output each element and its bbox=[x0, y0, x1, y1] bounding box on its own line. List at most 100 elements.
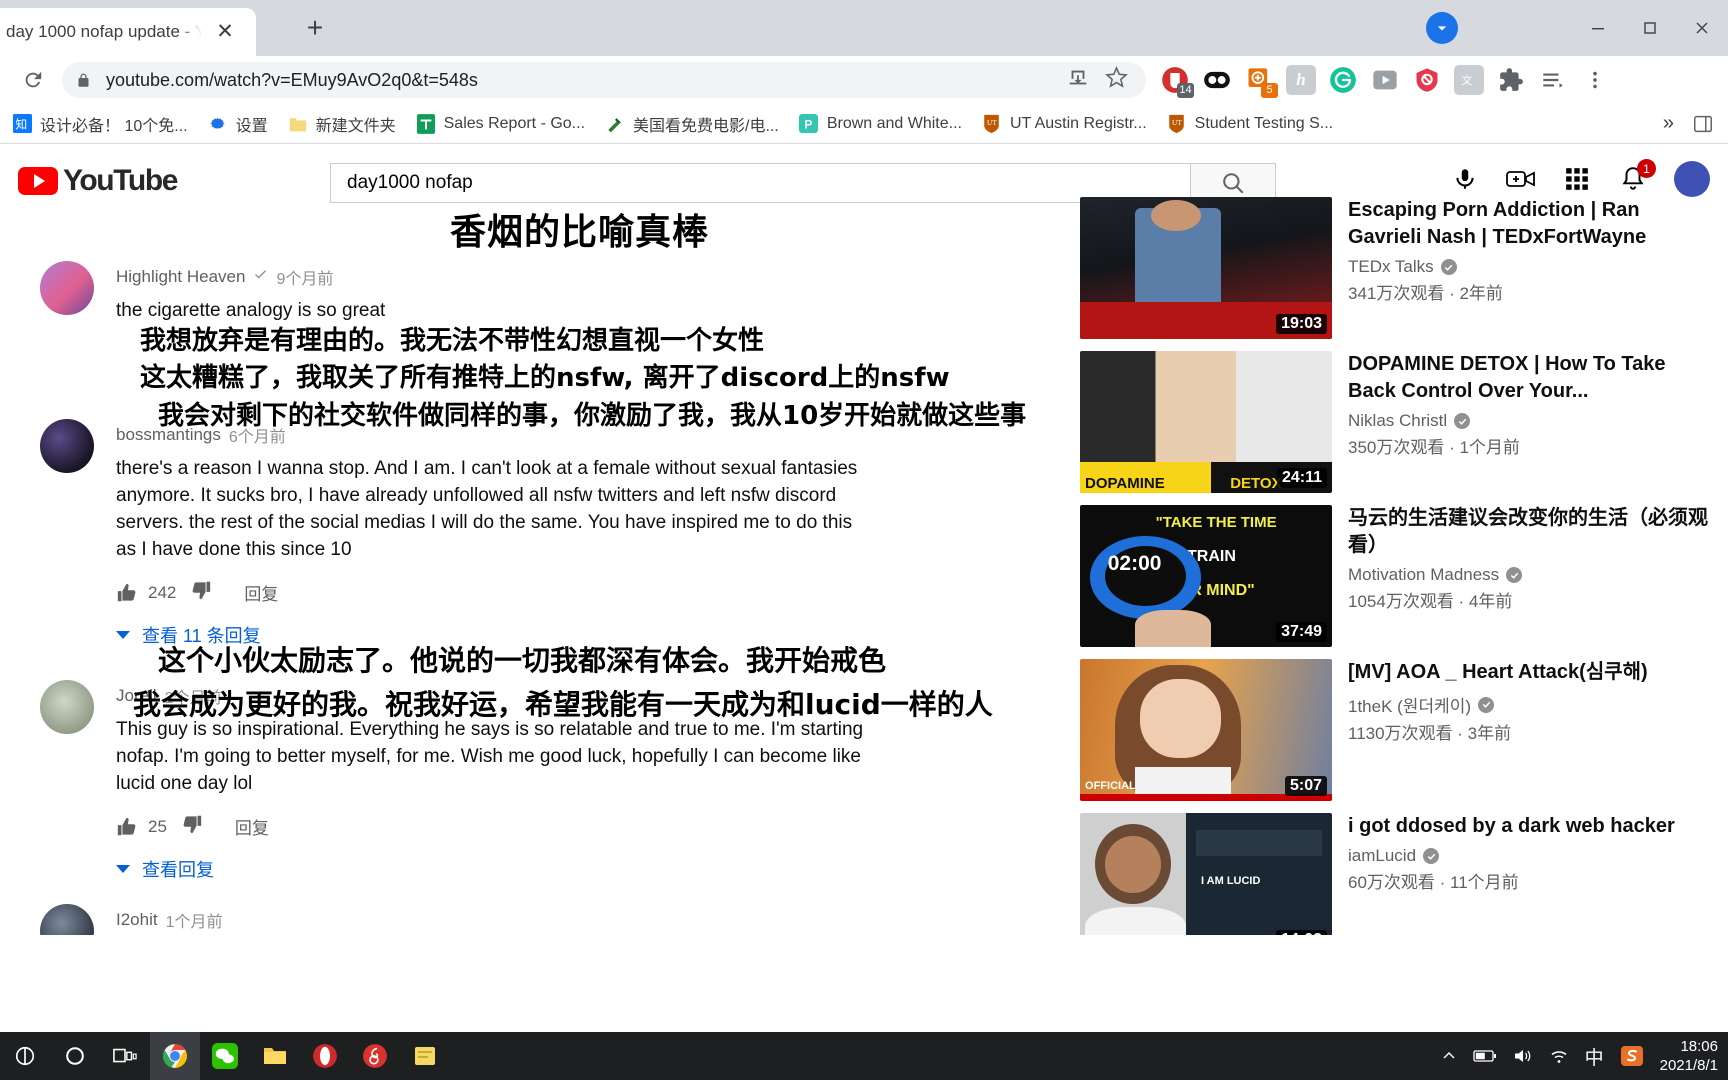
create-video-icon[interactable] bbox=[1506, 164, 1536, 194]
bookmarks-overflow-button[interactable]: » bbox=[1663, 112, 1674, 135]
start-button[interactable] bbox=[0, 1032, 50, 1080]
shield-blocker-extension-icon[interactable] bbox=[1412, 65, 1442, 95]
like-button[interactable]: 242 bbox=[116, 582, 176, 604]
chevron-down-icon bbox=[116, 865, 130, 873]
avatar[interactable] bbox=[40, 680, 94, 734]
install-icon[interactable] bbox=[1067, 67, 1089, 94]
notifications-bell-icon[interactable]: 1 bbox=[1618, 159, 1656, 194]
reply-button[interactable]: 回复 bbox=[235, 814, 269, 839]
translate-extension-icon[interactable]: 文 bbox=[1454, 65, 1484, 95]
sheets-icon bbox=[416, 113, 436, 134]
bookmark-star-icon[interactable] bbox=[1105, 65, 1128, 94]
chrome-menu-icon[interactable] bbox=[1580, 65, 1610, 95]
wifi-icon[interactable] bbox=[1549, 1047, 1569, 1065]
avatar[interactable] bbox=[40, 419, 94, 473]
clock-date: 2021/8/1 bbox=[1659, 1057, 1718, 1074]
view-replies-button[interactable]: 查看回复 bbox=[116, 856, 940, 882]
bookmark-student-testing[interactable]: UT Student Testing S... bbox=[1167, 114, 1333, 134]
minimize-button[interactable] bbox=[1572, 8, 1624, 48]
dislike-button[interactable] bbox=[181, 813, 203, 840]
view-replies-button[interactable]: 查看 11 条回复 bbox=[116, 622, 940, 648]
bookmark-settings[interactable]: 设置 bbox=[208, 112, 268, 136]
comment-text: there's a reason I wanna stop. And I am.… bbox=[116, 458, 858, 560]
browser-tab[interactable]: day 1000 nofap update - Y ✕ bbox=[0, 8, 256, 56]
opera-taskbar-button[interactable] bbox=[300, 1032, 350, 1080]
comment-author[interactable]: Highlight Heaven bbox=[116, 267, 245, 287]
cortana-search-button[interactable] bbox=[50, 1032, 100, 1080]
ime-indicator[interactable]: 中 bbox=[1585, 1043, 1604, 1070]
svg-text:UT: UT bbox=[1172, 118, 1182, 126]
netease-music-taskbar-button[interactable] bbox=[350, 1032, 400, 1080]
video-duration: 19:03 bbox=[1276, 314, 1327, 334]
bookmark-ut-austin-registrar[interactable]: UT UT Austin Registr... bbox=[982, 114, 1147, 134]
momentum-extension-icon[interactable] bbox=[1202, 65, 1232, 95]
bookmark-brown-and-white[interactable]: P Brown and White... bbox=[799, 114, 962, 134]
recommended-video-item[interactable]: 19:03 Escaping Porn Addiction | Ran Gavr… bbox=[1080, 197, 1710, 339]
verified-badge-icon bbox=[1423, 848, 1440, 864]
avatar[interactable] bbox=[1674, 161, 1710, 197]
video-meta: Escaping Porn Addiction | Ran Gavrieli N… bbox=[1332, 197, 1710, 339]
youtube-logo[interactable]: YouTube bbox=[18, 164, 178, 198]
channel-name: TEDx Talks bbox=[1348, 257, 1434, 276]
comment-actions: 242 回复 bbox=[116, 579, 940, 606]
adblock-extension-icon[interactable]: 14 bbox=[1160, 65, 1194, 98]
recommended-video-item[interactable]: "TAKE THE TIME TO TRAIN YOUR MIND" 02:00… bbox=[1080, 505, 1710, 647]
comment-timestamp: 6个月前 bbox=[228, 429, 286, 446]
maximize-button[interactable] bbox=[1624, 8, 1676, 48]
comment-author[interactable]: Jorell bbox=[116, 686, 157, 706]
video-thumbnail[interactable]: DOPAMINE DETOX 24:11 bbox=[1080, 351, 1332, 493]
comment-body: I2ohit 1个月前 bbox=[116, 904, 940, 935]
video-thumbnail[interactable]: "TAKE THE TIME TO TRAIN YOUR MIND" 02:00… bbox=[1080, 505, 1332, 647]
video-thumbnail[interactable]: OFFICIAL 5:07 bbox=[1080, 659, 1332, 801]
bookmark-sales-report[interactable]: Sales Report - Go... bbox=[416, 113, 585, 134]
bookmark-folder[interactable]: 新建文件夹 bbox=[288, 112, 396, 136]
chrome-taskbar-button[interactable] bbox=[150, 1032, 200, 1080]
file-explorer-taskbar-button[interactable] bbox=[250, 1032, 300, 1080]
svg-text:UT: UT bbox=[987, 118, 997, 126]
bookmark-zhihu[interactable]: 知 设计必备！ 10个免... bbox=[12, 112, 188, 136]
reading-list-icon[interactable] bbox=[1538, 65, 1568, 95]
channel-name: iamLucid bbox=[1348, 846, 1417, 865]
battery-icon[interactable] bbox=[1472, 1049, 1497, 1063]
volume-icon[interactable] bbox=[1513, 1047, 1533, 1065]
youtube-header-actions: 1 bbox=[1450, 159, 1710, 197]
bookmark-free-movies[interactable]: 美国看免费电影/电... bbox=[605, 112, 779, 136]
close-icon[interactable]: ✕ bbox=[214, 21, 236, 43]
search-input[interactable]: day1000 nofap bbox=[330, 163, 1190, 203]
tab-strip: day 1000 nofap update - Y ✕ + bbox=[0, 0, 1728, 56]
window-close-button[interactable] bbox=[1676, 8, 1728, 48]
recommended-videos-sidebar: 19:03 Escaping Porn Addiction | Ran Gavr… bbox=[1080, 197, 1710, 935]
avatar[interactable] bbox=[40, 261, 94, 315]
video-downloader-extension-icon[interactable] bbox=[1370, 65, 1400, 95]
screenshot-extension-icon[interactable]: 5 bbox=[1244, 65, 1278, 98]
grammarly-extension-icon[interactable] bbox=[1328, 65, 1358, 95]
new-tab-button[interactable]: + bbox=[300, 14, 330, 44]
video-thumbnail[interactable]: 19:03 bbox=[1080, 197, 1332, 339]
recommended-video-item[interactable]: DOPAMINE DETOX 24:11 DOPAMINE DETOX | Ho… bbox=[1080, 351, 1710, 493]
comment-author[interactable]: I2ohit bbox=[116, 910, 158, 930]
address-bar[interactable]: youtube.com/watch?v=EMuy9AvO2q0&t=548s bbox=[62, 62, 1146, 98]
sogou-ime-icon[interactable] bbox=[1620, 1045, 1644, 1067]
clock[interactable]: 18:06 2021/8/1 bbox=[1660, 1037, 1718, 1075]
microphone-icon[interactable] bbox=[1450, 164, 1480, 194]
reading-list-button[interactable] bbox=[1692, 113, 1714, 135]
recommended-video-item[interactable]: I AM LUCID 14:02 i got ddosed by a dark … bbox=[1080, 813, 1710, 935]
sticky-notes-taskbar-button[interactable] bbox=[400, 1032, 450, 1080]
reload-icon[interactable] bbox=[16, 63, 50, 97]
puzzle-extensions-icon[interactable] bbox=[1496, 65, 1526, 95]
wechat-taskbar-button[interactable] bbox=[200, 1032, 250, 1080]
reply-button[interactable]: 回复 bbox=[244, 580, 278, 605]
recommended-video-item[interactable]: OFFICIAL 5:07 [MV] AOA _ Heart Attack(심쿠… bbox=[1080, 659, 1710, 801]
avatar[interactable] bbox=[40, 904, 94, 935]
like-button[interactable]: 25 bbox=[116, 816, 167, 838]
verified-badge-icon bbox=[1454, 413, 1471, 429]
view-replies-label: 查看 11 条回复 bbox=[142, 626, 261, 646]
apps-grid-icon[interactable] bbox=[1562, 164, 1592, 194]
dislike-button[interactable] bbox=[190, 579, 212, 606]
honey-extension-icon[interactable]: h bbox=[1286, 65, 1316, 95]
profile-avatar[interactable] bbox=[1426, 12, 1458, 44]
tray-expand-icon[interactable] bbox=[1441, 1048, 1457, 1064]
video-thumbnail[interactable]: I AM LUCID 14:02 bbox=[1080, 813, 1332, 935]
comment-author[interactable]: bossmantings bbox=[116, 425, 221, 445]
task-view-button[interactable] bbox=[100, 1032, 150, 1080]
